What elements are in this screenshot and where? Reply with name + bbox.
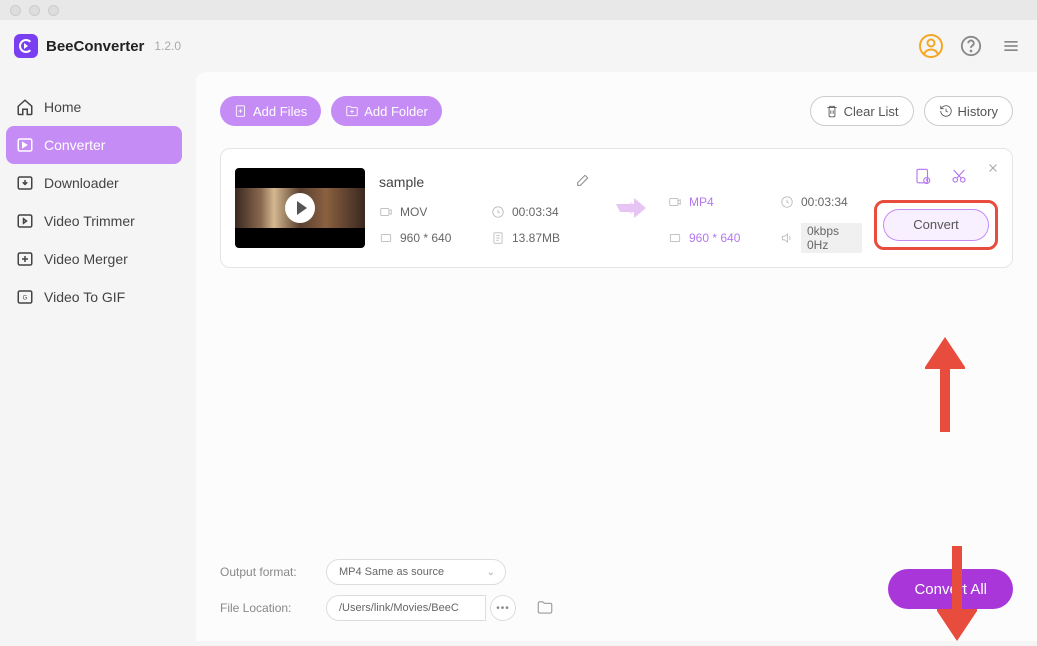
output-format-select[interactable]: MP4 Same as source ⌄ bbox=[326, 559, 506, 585]
app-header: BeeConverter 1.2.0 bbox=[0, 20, 1037, 72]
video-format-icon bbox=[668, 195, 682, 209]
sidebar-item-trimmer[interactable]: Video Trimmer bbox=[6, 202, 182, 240]
dst-resolution[interactable]: 960 * 640 bbox=[668, 231, 750, 245]
play-icon bbox=[285, 193, 315, 223]
annotation-arrow-1 bbox=[925, 332, 965, 432]
close-window-dot[interactable] bbox=[10, 5, 21, 16]
merger-icon bbox=[16, 250, 34, 268]
sidebar-item-label: Video Merger bbox=[44, 251, 128, 267]
clock-icon bbox=[780, 195, 794, 209]
converter-icon bbox=[16, 136, 34, 154]
add-folder-icon bbox=[345, 104, 359, 118]
history-button[interactable]: History bbox=[924, 96, 1013, 126]
trim-icon[interactable] bbox=[950, 167, 968, 190]
settings-icon[interactable] bbox=[914, 167, 932, 190]
resolution-icon bbox=[668, 231, 682, 245]
sidebar-item-label: Converter bbox=[44, 137, 105, 153]
svg-text:G: G bbox=[23, 295, 28, 301]
sidebar-item-home[interactable]: Home bbox=[6, 88, 182, 126]
home-icon bbox=[16, 98, 34, 116]
history-icon bbox=[939, 104, 953, 118]
toolbar: Add Files Add Folder Clear List History bbox=[220, 96, 1013, 126]
dst-format[interactable]: MP4 bbox=[668, 195, 750, 209]
sidebar-item-label: Video To GIF bbox=[44, 289, 125, 305]
sidebar-item-label: Downloader bbox=[44, 175, 119, 191]
output-format-label: Output format: bbox=[220, 565, 312, 579]
sidebar-item-label: Home bbox=[44, 99, 81, 115]
app-logo-icon bbox=[14, 34, 38, 58]
trash-icon bbox=[825, 104, 839, 118]
clock-icon bbox=[491, 205, 505, 219]
minimize-window-dot[interactable] bbox=[29, 5, 40, 16]
rename-icon[interactable] bbox=[575, 172, 591, 193]
sidebar-item-downloader[interactable]: Downloader bbox=[6, 164, 182, 202]
file-name: sample bbox=[379, 174, 565, 190]
sidebar-item-merger[interactable]: Video Merger bbox=[6, 240, 182, 278]
open-folder-icon[interactable] bbox=[536, 598, 554, 619]
add-folder-button[interactable]: Add Folder bbox=[331, 96, 442, 126]
location-more-button[interactable]: ••• bbox=[490, 595, 516, 621]
convert-highlight: Convert bbox=[874, 200, 998, 250]
user-account-icon[interactable] bbox=[919, 34, 943, 58]
chevron-down-icon: ⌄ bbox=[487, 567, 495, 578]
help-icon[interactable] bbox=[959, 34, 983, 58]
window-titlebar bbox=[0, 0, 1037, 20]
audio-icon bbox=[780, 231, 794, 245]
sidebar-item-label: Video Trimmer bbox=[44, 213, 135, 229]
content-area: Add Files Add Folder Clear List History bbox=[196, 72, 1037, 641]
maximize-window-dot[interactable] bbox=[48, 5, 59, 16]
trimmer-icon bbox=[16, 212, 34, 230]
src-size: 13.87MB bbox=[491, 231, 573, 245]
file-card: sample MOV 00:03:34 bbox=[220, 148, 1013, 268]
file-location-label: File Location: bbox=[220, 601, 312, 615]
annotation-arrow-2 bbox=[937, 546, 977, 646]
sidebar-item-gif[interactable]: G Video To GIF bbox=[6, 278, 182, 316]
dst-audio: 0kbps 0Hz bbox=[780, 223, 862, 253]
src-duration: 00:03:34 bbox=[491, 205, 573, 219]
remove-file-icon[interactable] bbox=[986, 161, 1000, 180]
clear-list-button[interactable]: Clear List bbox=[810, 96, 914, 126]
gif-icon: G bbox=[16, 288, 34, 306]
sidebar: Home Converter Downloader Video Trimmer … bbox=[0, 72, 196, 641]
add-files-button[interactable]: Add Files bbox=[220, 96, 321, 126]
convert-button[interactable]: Convert bbox=[883, 209, 989, 241]
file-location-input[interactable]: /Users/link/Movies/BeeC bbox=[326, 595, 486, 621]
src-format: MOV bbox=[379, 205, 461, 219]
add-files-icon bbox=[234, 104, 248, 118]
src-resolution: 960 * 640 bbox=[379, 231, 461, 245]
file-size-icon bbox=[491, 231, 505, 245]
video-format-icon bbox=[379, 205, 393, 219]
convert-arrow-icon bbox=[608, 198, 658, 218]
app-name: BeeConverter bbox=[46, 38, 144, 55]
video-thumbnail[interactable] bbox=[235, 168, 365, 248]
download-icon bbox=[16, 174, 34, 192]
dst-duration: 00:03:34 bbox=[780, 195, 862, 209]
menu-icon[interactable] bbox=[999, 34, 1023, 58]
sidebar-item-converter[interactable]: Converter bbox=[6, 126, 182, 164]
resolution-icon bbox=[379, 231, 393, 245]
app-version: 1.2.0 bbox=[154, 39, 181, 53]
